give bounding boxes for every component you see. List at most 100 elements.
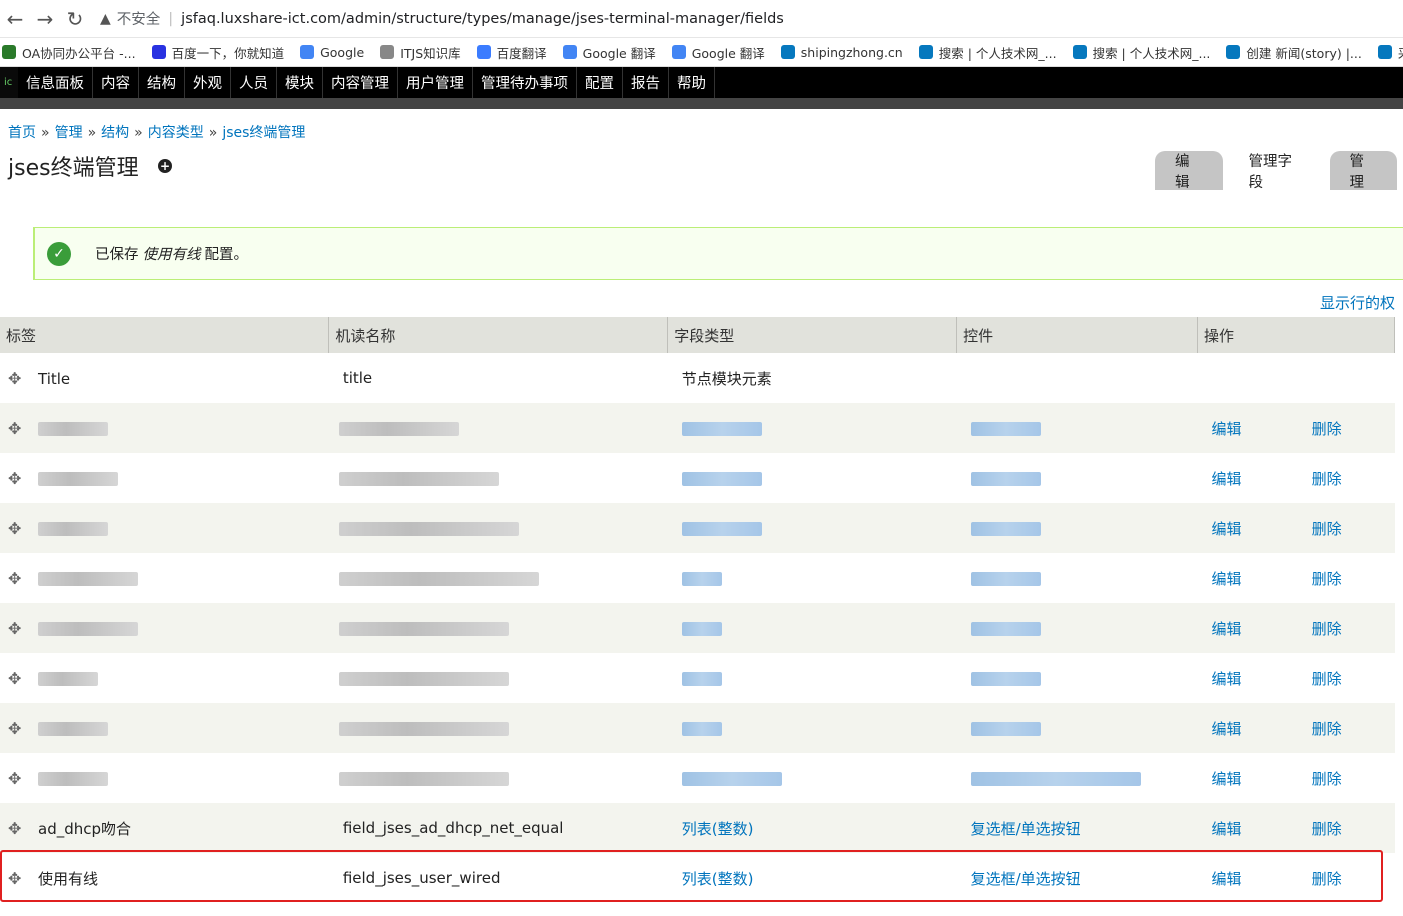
bookmark-label: 百度一下，你就知道 [171, 45, 285, 61]
drag-handle-icon[interactable]: ✥ [8, 819, 24, 838]
redacted-machine-name [338, 521, 519, 536]
toolbar-item[interactable]: 结构 [139, 67, 185, 98]
breadcrumb: 首页» 管理» 结构» 内容类型» jses终端管理 [8, 122, 305, 142]
drag-handle-icon[interactable]: ✥ [8, 569, 24, 588]
edit-link[interactable]: 编辑 [1212, 620, 1242, 638]
drag-handle-icon[interactable]: ✥ [8, 769, 24, 788]
table-header-row: 标签 机读名称 字段类型 控件 操作 [0, 317, 1395, 353]
drag-handle-icon[interactable]: ✥ [8, 419, 24, 438]
edit-link[interactable]: 编辑 [1212, 520, 1242, 538]
redacted-widget [970, 721, 1041, 736]
label-cell: ✥ [0, 503, 329, 553]
breadcrumb-link[interactable]: jses终端管理 [222, 125, 305, 141]
drag-handle-icon[interactable]: ✥ [8, 719, 24, 738]
main-content: ✓ 已保存 使用有线 配置。 显示行的权 标签 机读名称 字段类型 控件 操作 ✥ Tit… [0, 190, 1403, 916]
bookmarks-bar: OA协同办公平台 -... 百度一下，你就知道 Google ITJS知识库 百度翻译 G… [0, 38, 1403, 67]
delete-link[interactable]: 删除 [1312, 720, 1342, 738]
back-arrow-icon[interactable]: ← [0, 4, 30, 34]
toolbar-item[interactable]: 用户管理 [398, 67, 473, 98]
bookmark-item[interactable]: ITJS知识库 [380, 43, 461, 62]
edit-link[interactable]: 编辑 [1212, 470, 1242, 488]
widget-cell [956, 553, 1198, 603]
toolbar-item[interactable]: 帮助 [669, 67, 715, 98]
widget-cell [956, 403, 1198, 453]
delete-link[interactable]: 删除 [1312, 770, 1342, 788]
google-translate-icon [671, 45, 686, 59]
toolbar-item[interactable]: 管理待办事项 [473, 67, 577, 98]
edit-link[interactable]: 编辑 [1212, 720, 1242, 738]
toolbar-item[interactable]: 报告 [623, 67, 669, 98]
toolbar-item[interactable]: 配置 [577, 67, 623, 98]
field-type-cell [667, 453, 957, 503]
field-label: ad_dhcp吻合 [38, 819, 132, 838]
drag-handle-icon[interactable]: ✥ [8, 369, 24, 388]
bookmark-item[interactable]: 百度翻译 [476, 43, 547, 62]
delete-link[interactable]: 删除 [1312, 620, 1342, 638]
bookmark-item[interactable]: 百度一下，你就知道 [151, 43, 285, 62]
bookmark-item[interactable]: shipingzhong.cn [780, 44, 903, 60]
google-translate-icon [562, 45, 577, 59]
drag-handle-icon[interactable]: ✥ [8, 619, 24, 638]
bookmark-item[interactable]: OA协同办公平台 -... [2, 43, 136, 62]
breadcrumb-link[interactable]: 首页 [8, 125, 36, 141]
bookmark-item[interactable]: 创建 新闻(story) |... [1226, 43, 1362, 62]
url-box[interactable]: ▲ 不安全 | jsfaq.luxshare-ict.com/admin/str… [100, 8, 784, 29]
edit-link[interactable]: 编辑 [1212, 820, 1242, 838]
tab-2[interactable]: 管理 [1329, 151, 1397, 191]
widget-link[interactable]: 复选框/单选按钮 [971, 820, 1081, 838]
bookmark-item[interactable]: 采集 [1377, 43, 1403, 62]
drag-handle-icon[interactable]: ✥ [8, 669, 24, 688]
machine-name-cell: field_jses_ad_dhcp_net_equal [328, 803, 668, 853]
delete-link[interactable]: 删除 [1312, 470, 1342, 488]
table-row: ✥ 编辑 删除 [0, 653, 1395, 703]
home-icon[interactable]: ic [0, 67, 18, 98]
breadcrumb-link[interactable]: 内容类型 [148, 125, 204, 141]
drag-handle-icon[interactable]: ✥ [8, 519, 24, 538]
widget-cell [956, 603, 1198, 653]
tab-1[interactable]: 管理字段 [1228, 151, 1324, 191]
forward-arrow-icon[interactable]: → [30, 4, 60, 34]
bookmark-label: shipingzhong.cn [800, 44, 903, 60]
breadcrumb-link[interactable]: 管理 [55, 125, 83, 141]
bookmark-item[interactable]: Google 翻译 [671, 43, 765, 62]
toolbar-item[interactable]: 内容管理 [323, 67, 398, 98]
redacted-machine-name [338, 621, 509, 636]
bookmark-label: 采集 [1398, 43, 1403, 62]
edit-link[interactable]: 编辑 [1212, 420, 1242, 438]
drupal-icon [1072, 45, 1087, 59]
delete-link[interactable]: 删除 [1312, 570, 1342, 588]
drupal-icon [1226, 45, 1241, 59]
toolbar-item[interactable]: 内容 [93, 67, 139, 98]
breadcrumb-link[interactable]: 结构 [101, 125, 129, 141]
operations-cell [1197, 353, 1395, 403]
toolbar-item[interactable]: 人员 [231, 67, 277, 98]
drag-handle-icon[interactable]: ✥ [8, 469, 24, 488]
bookmark-item[interactable]: Google [300, 45, 364, 60]
delete-link[interactable]: 删除 [1312, 820, 1342, 838]
tab-0[interactable]: 编辑 [1155, 151, 1223, 191]
bookmark-item[interactable]: 搜索 | 个人技术网_... [918, 43, 1057, 62]
redacted-field-type [681, 471, 762, 486]
show-row-weights-link[interactable]: 显示行的权 [1320, 292, 1395, 313]
delete-link[interactable]: 删除 [1312, 520, 1342, 538]
edit-link[interactable]: 编辑 [1212, 770, 1242, 788]
redacted-machine-name [338, 721, 509, 736]
delete-link[interactable]: 删除 [1312, 670, 1342, 688]
bookmark-item[interactable]: Google 翻译 [562, 43, 656, 62]
toolbar-item[interactable]: 模块 [277, 67, 323, 98]
column-header: 字段类型 [667, 317, 958, 353]
toolbar-item[interactable]: 外观 [185, 67, 231, 98]
url-text[interactable]: jsfaq.luxshare-ict.com/admin/structure/t… [181, 11, 784, 27]
reload-icon[interactable]: ↻ [60, 4, 90, 34]
edit-link[interactable]: 编辑 [1212, 570, 1242, 588]
field-type-link[interactable]: 列表(整数) [682, 820, 754, 838]
toolbar-item[interactable]: 信息面板 [18, 67, 93, 98]
status-message: ✓ 已保存 使用有线 配置。 [33, 227, 1403, 280]
bookmark-item[interactable]: 搜索 | 个人技术网_... [1072, 43, 1210, 62]
machine-name-cell [328, 653, 668, 703]
redacted-label [38, 672, 98, 686]
add-shortcut-icon[interactable]: + [158, 159, 172, 173]
redacted-field-type [681, 671, 722, 686]
edit-link[interactable]: 编辑 [1212, 670, 1242, 688]
delete-link[interactable]: 删除 [1312, 420, 1342, 438]
